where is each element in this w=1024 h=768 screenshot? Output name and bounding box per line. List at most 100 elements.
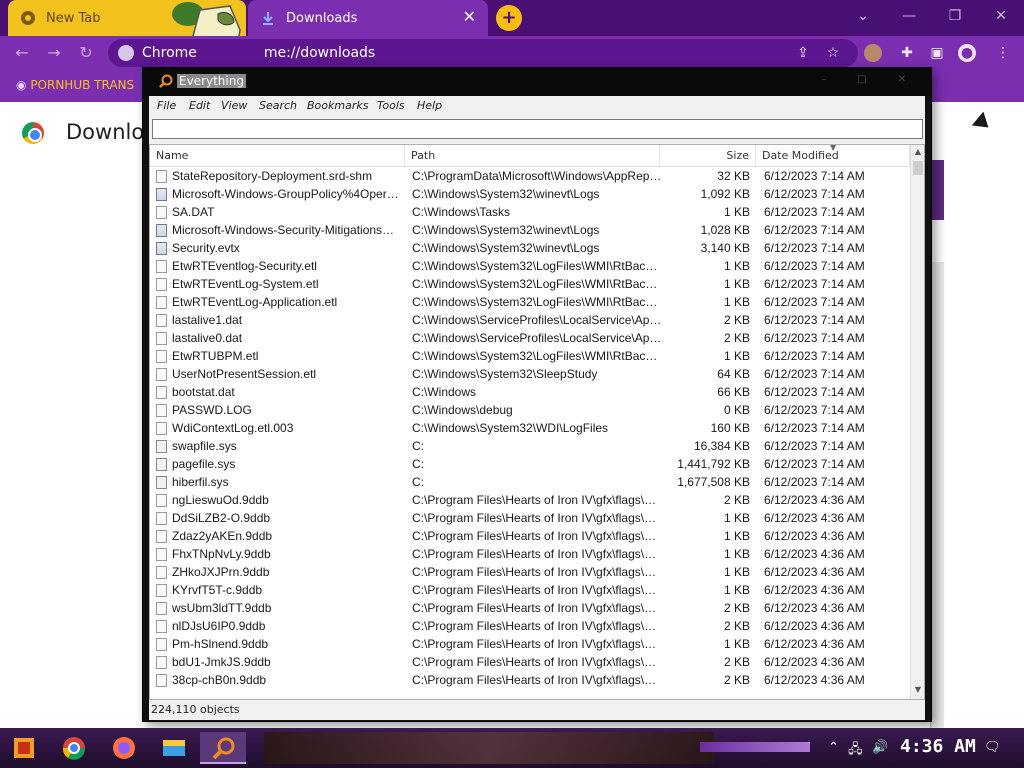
extensions-puzzle-icon[interactable]: ✚ xyxy=(898,44,916,62)
file-name: KYrvfT5T-c.9ddb xyxy=(172,583,263,597)
table-row[interactable]: ZHkoJXJPrn.9ddb C:\Program Files\Hearts o… xyxy=(150,563,910,581)
chrome-icon[interactable] xyxy=(54,732,94,764)
file-name: hiberfil.sys xyxy=(172,475,229,489)
maximize-icon[interactable]: □ xyxy=(847,74,877,88)
close-icon[interactable]: ✕ xyxy=(887,74,917,88)
menu-search[interactable]: Search xyxy=(259,99,297,112)
menu-help[interactable]: Help xyxy=(417,99,442,112)
file-size: 1,677,508 KB xyxy=(677,475,750,489)
table-row[interactable]: EtwRTEventlog-Security.etl C:\Windows\Sys… xyxy=(150,257,910,275)
notification-icon[interactable]: 🗨 xyxy=(984,740,1001,755)
menu-tools[interactable]: Tools xyxy=(377,99,405,112)
everything-search-icon[interactable] xyxy=(200,732,246,764)
table-row[interactable]: Microsoft-Windows-GroupPolicy%4Operation… xyxy=(150,185,910,203)
table-row[interactable]: lastalive1.dat C:\Windows\ServiceProfiles… xyxy=(150,311,910,329)
table-row[interactable]: bdU1-JmkJS.9ddb C:\Program Files\Hearts o… xyxy=(150,653,910,671)
table-row[interactable]: DdSiLZB2-O.9ddb C:\Program Files\Hearts o… xyxy=(150,509,910,527)
volume-icon[interactable]: 🔊 xyxy=(872,740,888,755)
minimize-icon[interactable]: — xyxy=(894,5,924,27)
table-row[interactable]: wsUbm3ldTT.9ddb C:\Program Files\Hearts o… xyxy=(150,599,910,617)
table-row[interactable]: bootstat.dat C:\Windows 66 KB 6/12/2023 7:1… xyxy=(150,383,910,401)
column-size[interactable]: Size xyxy=(660,145,756,167)
file-size: 1 KB xyxy=(723,637,750,651)
file-date-modified: 6/12/2023 4:36 AM xyxy=(764,637,865,651)
minimize-icon[interactable]: – xyxy=(809,74,839,88)
table-row[interactable]: FhxTNpNvLy.9ddb C:\Program Files\Hearts o… xyxy=(150,545,910,563)
vertical-scrollbar[interactable]: ▲ ▼ xyxy=(910,145,924,699)
search-input[interactable] xyxy=(152,119,923,139)
everything-window: Everything – □ ✕ File Edit View Search B… xyxy=(142,67,932,722)
menu-view[interactable]: View xyxy=(221,99,247,112)
table-row[interactable]: EtwRTUBPM.etl C:\Windows\System32\LogFile… xyxy=(150,347,910,365)
file-path: C:\Windows\ServiceProfiles\LocalService\… xyxy=(412,331,662,345)
table-row[interactable]: SA.DAT C:\Windows\Tasks 1 KB 6/12/2023 7:14… xyxy=(150,203,910,221)
tab-label: New Tab xyxy=(46,10,101,26)
table-row[interactable]: Microsoft-Windows-Security-Mitigations%4… xyxy=(150,221,910,239)
table-row[interactable]: hiberfil.sys C: 1,677,508 KB 6/12/2023 7:14… xyxy=(150,473,910,491)
address-bar[interactable]: Chrome me://downloads xyxy=(108,39,858,67)
file-icon xyxy=(156,548,167,561)
network-icon[interactable]: 🖧 xyxy=(848,740,863,762)
table-row[interactable]: UserNotPresentSession.etl C:\Windows\Syst… xyxy=(150,365,910,383)
bookmark-star-icon[interactable]: ☆ xyxy=(824,44,842,62)
table-row[interactable]: swapfile.sys C: 16,384 KB 6/12/2023 7:14 AM xyxy=(150,437,910,455)
file-name: EtwRTUBPM.etl xyxy=(172,349,259,363)
back-arrow-icon[interactable]: ← xyxy=(10,42,34,64)
start-icon[interactable] xyxy=(4,732,44,764)
file-date-modified: 6/12/2023 4:36 AM xyxy=(764,655,865,669)
scroll-thumb[interactable] xyxy=(913,161,923,175)
file-explorer-icon[interactable] xyxy=(154,732,194,764)
scroll-up-icon[interactable]: ▲ xyxy=(913,147,923,159)
forward-arrow-icon[interactable]: → xyxy=(42,42,66,64)
file-name: WdiContextLog.etl.003 xyxy=(172,421,294,435)
everything-titlebar[interactable]: Everything – □ ✕ xyxy=(143,68,931,96)
table-row[interactable]: WdiContextLog.etl.003 C:\Windows\System32… xyxy=(150,419,910,437)
table-row[interactable]: Pm-hSlnend.9ddb C:\Program Files\Hearts o… xyxy=(150,635,910,653)
file-path: C: xyxy=(412,439,424,453)
table-row[interactable]: Security.evtx C:\Windows\System32\winevt\… xyxy=(150,239,910,257)
extension-avatar-icon[interactable] xyxy=(864,44,882,62)
table-row[interactable]: EtwRTEventLog-System.etl C:\Windows\Syste… xyxy=(150,275,910,293)
table-row[interactable]: KYrvfT5T-c.9ddb C:\Program Files\Hearts o… xyxy=(150,581,910,599)
table-row[interactable]: StateRepository-Deployment.srd-shm C:\Pro… xyxy=(150,167,910,185)
clock[interactable]: 4:36 AM xyxy=(900,736,976,757)
table-row[interactable]: EtwRTEventLog-Application.etl C:\Windows\… xyxy=(150,293,910,311)
menu-bookmarks[interactable]: Bookmarks xyxy=(307,99,368,112)
table-row[interactable]: lastalive0.dat C:\Windows\ServiceProfiles… xyxy=(150,329,910,347)
profile-avatar-icon[interactable]: ● xyxy=(958,44,976,62)
close-tab-icon[interactable]: ✕ xyxy=(463,9,476,25)
menu-file[interactable]: File xyxy=(157,99,176,112)
share-icon[interactable]: ⇪ xyxy=(794,44,812,62)
file-date-modified: 6/12/2023 4:36 AM xyxy=(764,547,865,561)
column-path[interactable]: Path xyxy=(405,145,660,167)
tab-search-chevron-icon[interactable]: ⌄ xyxy=(848,5,878,27)
restore-icon[interactable]: ❐ xyxy=(940,5,970,27)
table-row[interactable]: PASSWD.LOG C:\Windows\debug 0 KB 6/12/2023 … xyxy=(150,401,910,419)
file-date-modified: 6/12/2023 7:14 AM xyxy=(764,205,865,219)
menu-edit[interactable]: Edit xyxy=(189,99,210,112)
results-rows: StateRepository-Deployment.srd-shm C:\Pro… xyxy=(150,167,910,699)
table-row[interactable]: 38cp-chB0n.9ddb C:\Program Files\Hearts o… xyxy=(150,671,910,689)
tab-downloads[interactable]: Downloads ✕ xyxy=(248,0,488,36)
tray-chevron-icon[interactable]: ⌃ xyxy=(828,740,839,755)
file-path: C:\Windows\ServiceProfiles\LocalService\… xyxy=(412,313,662,327)
file-date-modified: 6/12/2023 4:36 AM xyxy=(764,673,865,687)
firefox-icon[interactable] xyxy=(104,732,144,764)
chrome-site-icon xyxy=(118,45,134,61)
background-window-edge xyxy=(930,160,944,220)
table-row[interactable]: pagefile.sys C: 1,441,792 KB 6/12/2023 7:14… xyxy=(150,455,910,473)
close-window-icon[interactable]: ✕ xyxy=(986,5,1016,27)
table-row[interactable]: nlDJsU6IP0.9ddb C:\Program Files\Hearts o… xyxy=(150,617,910,635)
menu-kebab-icon[interactable]: ⋮ xyxy=(994,44,1012,62)
side-panel-icon[interactable]: ▣ xyxy=(928,44,946,62)
system-file-icon xyxy=(156,458,167,471)
scroll-down-icon[interactable]: ▼ xyxy=(913,685,923,697)
table-row[interactable]: Zdaz2yAKEn.9ddb C:\Program Files\Hearts o… xyxy=(150,527,910,545)
table-row[interactable]: ngLieswuOd.9ddb C:\Program Files\Hearts o… xyxy=(150,491,910,509)
file-size: 2 KB xyxy=(723,493,750,507)
new-tab-button[interactable]: + xyxy=(496,5,522,31)
download-icon xyxy=(260,10,276,26)
bookmark-item[interactable]: ◉ PORNHUB TRANS xyxy=(16,78,134,92)
reload-icon[interactable]: ↻ xyxy=(74,42,98,64)
column-name[interactable]: Name xyxy=(150,145,405,167)
